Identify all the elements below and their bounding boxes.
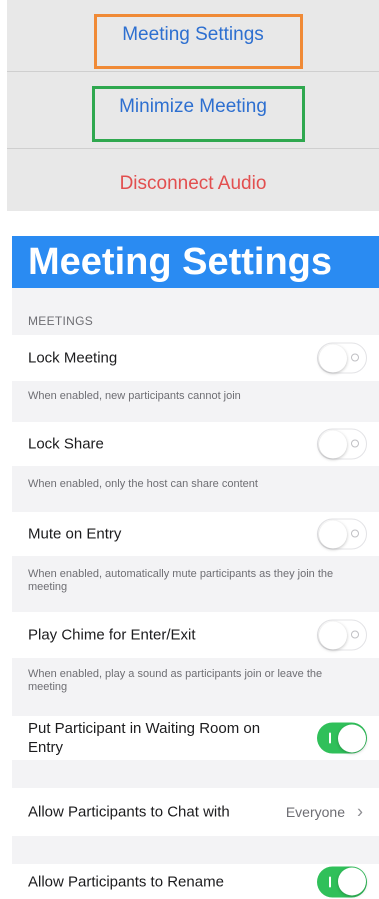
setting-label: Mute on Entry xyxy=(28,525,122,543)
meeting-settings-button[interactable]: Meeting Settings xyxy=(7,0,379,69)
setting-description: When enabled, play a sound as participan… xyxy=(28,668,323,693)
minimize-meeting-button[interactable]: Minimize Meeting xyxy=(7,71,379,141)
meeting-action-menu: Meeting Settings Minimize Meeting Discon… xyxy=(7,0,379,211)
setting-label: Play Chime for Enter/Exit xyxy=(28,626,196,644)
toggle-off-mark-icon xyxy=(351,630,359,639)
toggle-knob xyxy=(319,621,347,649)
lock-meeting-toggle[interactable] xyxy=(317,342,367,374)
setting-row-rename: Allow Participants to Rename xyxy=(12,864,379,899)
rename-toggle[interactable] xyxy=(317,866,367,897)
toggle-knob xyxy=(319,430,347,458)
toggle-off-mark-icon xyxy=(351,353,359,362)
disconnect-audio-button[interactable]: Disconnect Audio xyxy=(7,148,379,218)
setting-row-lock-meeting: Lock Meeting xyxy=(12,335,379,381)
setting-row-waiting-room: Put Participant in Waiting Room on Entry xyxy=(12,716,379,760)
setting-label: Put Participant in Waiting Room on Entry xyxy=(28,720,261,756)
toggle-on-mark-icon xyxy=(329,732,331,744)
settings-panel: MEETINGS Lock Meeting When enabled, new … xyxy=(12,288,379,899)
setting-row-chat-with[interactable]: Allow Participants to Chat with Everyone… xyxy=(12,788,379,836)
toggle-knob xyxy=(319,520,347,548)
waiting-room-toggle[interactable] xyxy=(317,722,367,754)
setting-description: When enabled, only the host can share co… xyxy=(28,478,258,490)
toggle-knob xyxy=(337,724,366,752)
toggle-off-mark-icon xyxy=(351,529,359,538)
toggle-off-mark-icon xyxy=(351,439,359,448)
lock-share-toggle[interactable] xyxy=(317,428,367,460)
section-header: MEETINGS xyxy=(28,314,94,328)
setting-row-play-chime: Play Chime for Enter/Exit xyxy=(12,612,379,658)
toggle-on-mark-icon xyxy=(329,876,331,887)
play-chime-toggle[interactable] xyxy=(317,619,367,651)
page-title: Meeting Settings xyxy=(12,236,379,288)
toggle-knob xyxy=(319,344,347,372)
setting-label: Allow Participants to Rename xyxy=(28,873,224,890)
setting-row-mute-on-entry: Mute on Entry xyxy=(12,512,379,556)
setting-label: Lock Share xyxy=(28,435,104,453)
setting-label: Lock Meeting xyxy=(28,349,118,367)
setting-row-lock-share: Lock Share xyxy=(12,422,379,466)
chevron-right-icon: › xyxy=(357,801,363,822)
chat-permission-value: Everyone xyxy=(285,804,345,820)
mute-on-entry-toggle[interactable] xyxy=(317,518,367,550)
setting-description: When enabled, new participants cannot jo… xyxy=(28,390,241,402)
toggle-knob xyxy=(337,867,366,896)
setting-description: When enabled, automatically mute partici… xyxy=(28,568,334,593)
setting-label: Allow Participants to Chat with xyxy=(28,803,230,821)
